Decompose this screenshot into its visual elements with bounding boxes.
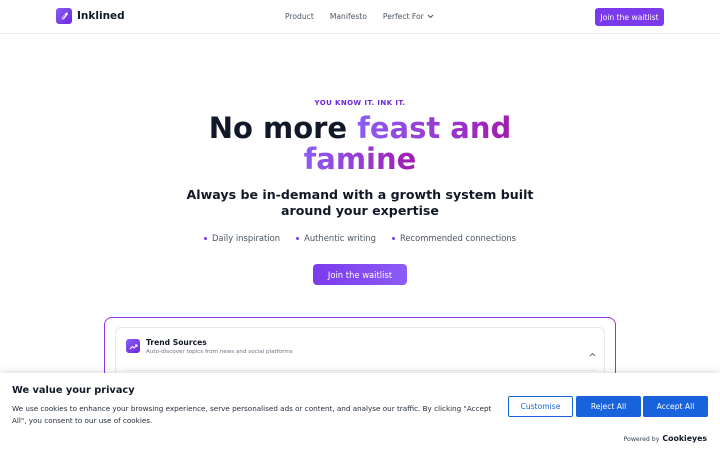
cookieyes-logo: Cookieyes — [662, 434, 707, 443]
nav-links: Product Manifesto Perfect For — [285, 12, 450, 21]
cookie-banner: We value your privacy We use cookies to … — [0, 373, 720, 450]
headline-plain: No more — [208, 111, 348, 145]
top-nav: Inklined Product Manifesto Perfect For J… — [0, 0, 720, 34]
chevron-down-icon — [427, 14, 434, 19]
feature-item: Recommended connections — [391, 233, 516, 243]
trend-icon — [126, 339, 140, 353]
card-title: Trend Sources — [146, 338, 207, 347]
logo-feather-icon — [56, 8, 72, 24]
header-waitlist-button[interactable]: Join the waitlist — [595, 8, 664, 26]
headline-accent-1: feast and — [357, 111, 512, 145]
bullet-dot-icon — [296, 236, 300, 240]
nav-item-manifesto[interactable]: Manifesto — [330, 12, 367, 21]
brand-name: Inklined — [77, 10, 125, 22]
feature-label: Recommended connections — [399, 233, 516, 243]
hero-headline: No more feast and famine — [0, 113, 720, 175]
hero-waitlist-button[interactable]: Join the waitlist — [313, 264, 407, 285]
reject-all-button[interactable]: Reject All — [576, 396, 641, 417]
feature-label: Authentic writing — [304, 233, 376, 243]
nav-item-perfect-for-label: Perfect For — [382, 12, 424, 21]
nav-item-product[interactable]: Product — [285, 12, 314, 21]
card-divider — [126, 370, 596, 371]
nav-item-perfect-for[interactable]: Perfect For — [383, 12, 434, 21]
customise-button[interactable]: Customise — [508, 396, 573, 417]
feature-label: Daily inspiration — [211, 233, 281, 243]
feature-item: Daily inspiration — [203, 233, 281, 243]
bullet-dot-icon — [391, 236, 395, 240]
card-description: Auto-discover topics from news and socia… — [146, 349, 293, 355]
hero-eyebrow: YOU KNOW IT. INK IT. — [314, 99, 406, 107]
feature-list: Daily inspiration Authentic writing Reco… — [0, 233, 720, 243]
accept-all-button[interactable]: Accept All — [643, 396, 708, 417]
feature-item: Authentic writing — [296, 233, 376, 243]
powered-by-label: Powered by — [623, 436, 660, 443]
powered-by[interactable]: Powered by Cookieyes — [624, 434, 707, 443]
hero-subheadline: Always be in-demand with a growth system… — [186, 187, 534, 218]
bullet-dot-icon — [203, 236, 207, 240]
brand-logo[interactable]: Inklined — [56, 8, 125, 24]
headline-accent-2: famine — [303, 142, 417, 176]
cookie-text: We use cookies to enhance your browsing … — [12, 404, 492, 425]
chevron-up-icon[interactable] — [589, 342, 596, 361]
cookie-title: We value your privacy — [12, 385, 135, 396]
